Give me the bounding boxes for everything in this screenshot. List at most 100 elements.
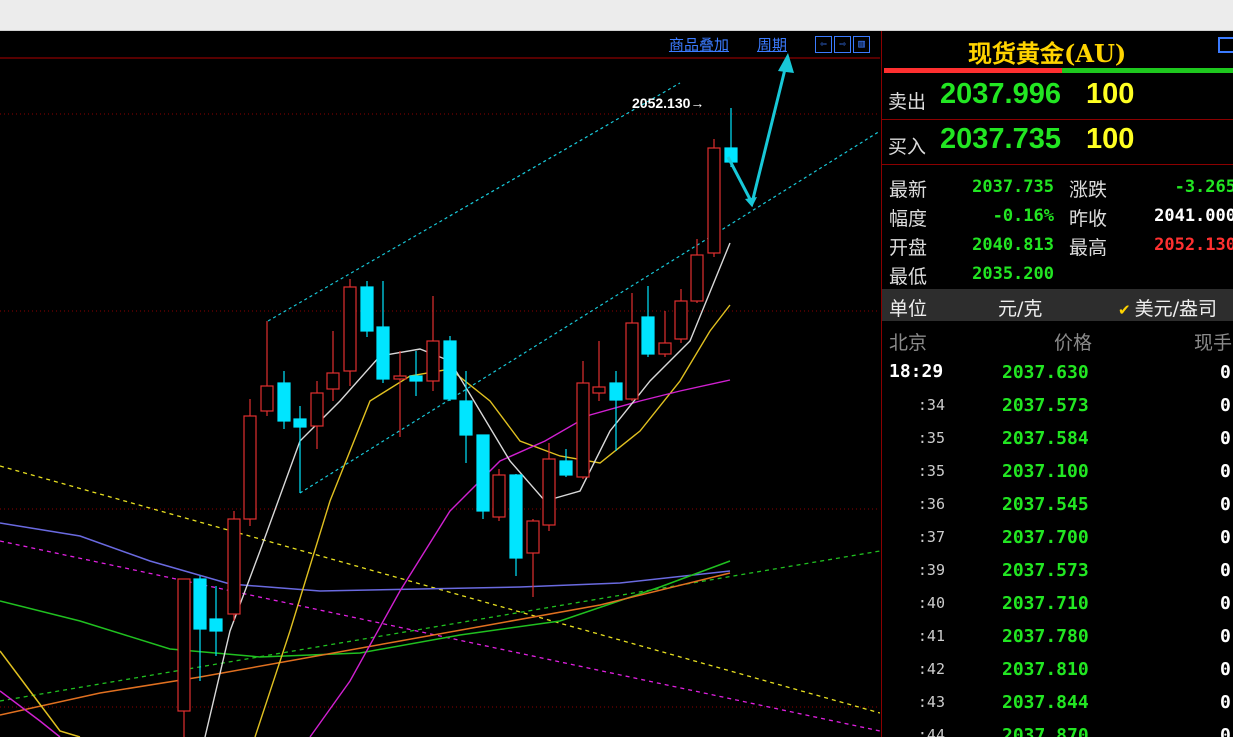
tick-row: :34 2037.573 0 bbox=[882, 390, 1233, 423]
unit-usd-ounce-label: 美元/盎司 bbox=[1134, 298, 1217, 320]
stat-value: 2041.000 bbox=[1154, 206, 1233, 226]
tick-row: :42 2037.810 0 bbox=[882, 654, 1233, 687]
tick-volume: 0 bbox=[1220, 395, 1231, 416]
candle-down bbox=[459, 400, 473, 436]
tick-header-price: 价格 bbox=[1054, 332, 1093, 354]
buy-row: 买入 2037.735 100 bbox=[882, 120, 1233, 165]
overlay-link[interactable]: 商品叠加 bbox=[669, 34, 729, 55]
candle-up bbox=[690, 254, 704, 302]
tick-time: :41 bbox=[917, 627, 945, 645]
tick-row: :43 2037.844 0 bbox=[882, 687, 1233, 720]
buy-price: 2037.735 bbox=[940, 123, 1061, 155]
tick-row: :35 2037.100 0 bbox=[882, 456, 1233, 489]
stat-value: 2035.200 bbox=[972, 264, 1054, 284]
candle-down bbox=[360, 286, 374, 332]
tick-volume: 0 bbox=[1220, 626, 1231, 647]
sell-strength-bar bbox=[884, 68, 1062, 73]
tick-header: 北京 价格 现手 bbox=[882, 324, 1233, 354]
sell-qty: 100 bbox=[1086, 78, 1135, 110]
stat-value: 2052.130 bbox=[1154, 235, 1233, 255]
candle-down bbox=[409, 375, 423, 382]
tick-time: :39 bbox=[917, 561, 945, 579]
period-link[interactable]: 周期 bbox=[757, 34, 787, 55]
tick-list[interactable]: 18:29 2037.630 0:34 2037.573 0:35 2037.584 0:3… bbox=[882, 357, 1233, 737]
forecast-dip-head bbox=[745, 197, 757, 207]
candle-up bbox=[260, 385, 274, 412]
green-trendline bbox=[0, 550, 880, 702]
window-top-bar bbox=[0, 0, 1233, 31]
panel-toggle-icon[interactable]: ▥ bbox=[853, 35, 870, 53]
stat-key: 最新 bbox=[889, 179, 928, 201]
tick-volume: 0 bbox=[1220, 527, 1231, 548]
window-icon[interactable] bbox=[1218, 37, 1233, 53]
candle-up bbox=[592, 386, 606, 394]
stats-row: 幅度 -0.16% 昨收 2041.000 bbox=[882, 202, 1233, 231]
candle-down bbox=[209, 618, 223, 632]
unit-row: 单位 元/克 ✔ 美元/盎司 bbox=[882, 289, 1233, 321]
magenta-trendline bbox=[0, 540, 880, 732]
candle-down bbox=[509, 474, 523, 559]
tick-price: 2037.584 bbox=[1002, 428, 1089, 449]
candle-up bbox=[326, 372, 340, 390]
forecast-arrow-line bbox=[726, 56, 790, 208]
buy-strength-bar bbox=[1062, 68, 1233, 73]
stats-row: 开盘 2040.813 最高 2052.130 bbox=[882, 231, 1233, 260]
candle-down bbox=[609, 382, 623, 401]
tick-time: :37 bbox=[917, 528, 945, 546]
ma-green-line bbox=[0, 560, 731, 658]
tick-volume: 0 bbox=[1220, 560, 1231, 581]
tick-volume: 0 bbox=[1220, 692, 1231, 713]
stat-key: 开盘 bbox=[889, 237, 928, 259]
candlestick-chart[interactable]: 商品叠加 周期 ⇦ ⇨ ▥ 2052.130→ bbox=[0, 31, 880, 737]
tick-price: 2037.710 bbox=[1002, 593, 1089, 614]
tick-time: :44 bbox=[917, 726, 945, 737]
ma-magenta-left bbox=[0, 690, 61, 737]
candle-down bbox=[293, 418, 307, 428]
tick-price: 2037.844 bbox=[1002, 692, 1089, 713]
candle-down bbox=[277, 382, 291, 422]
instrument-title: 现货黄金(AU) bbox=[968, 39, 1127, 68]
tick-volume: 0 bbox=[1220, 725, 1231, 737]
tick-volume: 0 bbox=[1220, 461, 1231, 482]
sell-row: 卖出 2037.996 100 bbox=[882, 75, 1233, 120]
stats-row: 最新 2037.735 涨跌 -3.265 bbox=[882, 173, 1233, 202]
stat-value: 2040.813 bbox=[972, 235, 1054, 255]
unit-usd-ounce[interactable]: ✔ 美元/盎司 bbox=[1118, 294, 1217, 321]
candle-up bbox=[658, 342, 672, 355]
channel-lower-line bbox=[299, 130, 880, 494]
tick-time: :35 bbox=[917, 462, 945, 480]
candle-down bbox=[559, 460, 573, 476]
candle-up bbox=[177, 578, 191, 712]
yellow-trendline bbox=[0, 465, 880, 714]
tick-price: 2037.630 bbox=[1002, 362, 1089, 383]
check-icon: ✔ bbox=[1118, 301, 1131, 319]
candle-up bbox=[625, 322, 639, 400]
candle-up bbox=[674, 300, 688, 340]
scroll-left-icon[interactable]: ⇦ bbox=[815, 35, 832, 53]
tick-time: 18:29 bbox=[889, 361, 944, 382]
scroll-right-icon[interactable]: ⇨ bbox=[834, 35, 851, 53]
tick-header-time: 北京 bbox=[889, 332, 928, 354]
candle-down bbox=[443, 340, 457, 400]
buy-qty: 100 bbox=[1086, 123, 1135, 155]
stat-key: 涨跌 bbox=[1069, 179, 1108, 201]
tick-time: :43 bbox=[917, 693, 945, 711]
candle-up bbox=[393, 375, 407, 380]
candle-down bbox=[476, 434, 490, 512]
tick-row: :39 2037.573 0 bbox=[882, 555, 1233, 588]
tick-row: :40 2037.710 0 bbox=[882, 588, 1233, 621]
tick-time: :42 bbox=[917, 660, 945, 678]
candle-up bbox=[707, 147, 721, 254]
unit-yuan-gram[interactable]: 元/克 bbox=[998, 294, 1042, 321]
sell-price: 2037.996 bbox=[940, 78, 1061, 110]
stat-key: 最高 bbox=[1069, 237, 1108, 259]
chart-toolbar: 商品叠加 周期 ⇦ ⇨ ▥ bbox=[669, 33, 870, 55]
stats-row: 最低 2035.200 bbox=[882, 260, 1233, 289]
candle-up bbox=[426, 340, 440, 382]
quote-panel: 现货黄金(AU) 卖出 2037.996 100 买入 2037.735 100… bbox=[881, 31, 1233, 737]
candle-down bbox=[376, 326, 390, 380]
sell-label: 卖出 bbox=[888, 91, 927, 113]
candle-up bbox=[492, 474, 506, 518]
stat-key: 幅度 bbox=[889, 208, 928, 230]
tick-time: :34 bbox=[917, 396, 945, 414]
